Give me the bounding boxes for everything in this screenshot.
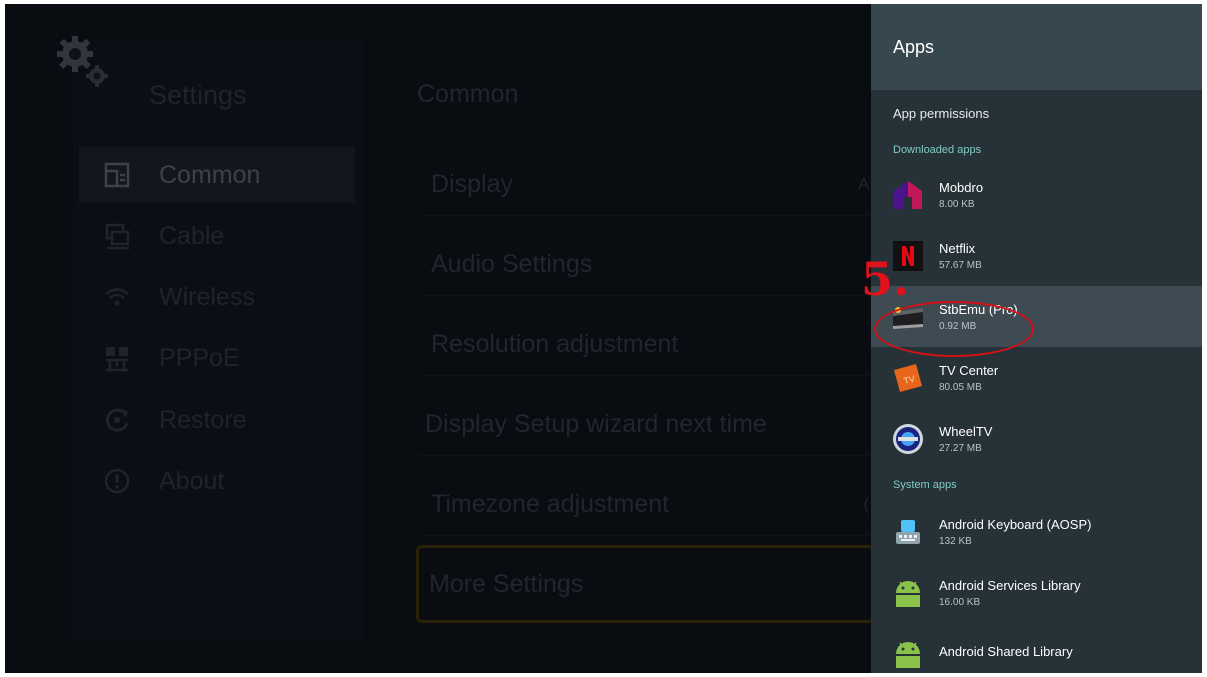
android-icon — [891, 637, 925, 671]
drawer-header: Apps — [871, 4, 1202, 90]
app-name: Mobdro — [939, 179, 984, 195]
wheeltv-icon — [891, 422, 925, 456]
option-label: Timezone adjustment — [431, 490, 670, 518]
app-permissions-item[interactable]: App permissions — [871, 90, 1202, 136]
settings-gear-icon — [53, 34, 111, 92]
app-name: TV Center — [939, 362, 999, 378]
option-timezone-adjustment[interactable]: Timezone adjustment ( — [423, 474, 871, 536]
nav-item-about[interactable]: About — [79, 453, 355, 509]
nav-label-restore: Restore — [159, 405, 247, 434]
android-icon — [891, 576, 925, 610]
app-size: 8.00 KB — [939, 198, 975, 210]
app-name: Android Keyboard (AOSP) — [939, 516, 1092, 532]
cable-icon — [101, 220, 133, 252]
app-size: 57.67 MB — [939, 259, 982, 271]
app-row-android-services-library[interactable]: Android Services Library 16.00 KB — [871, 562, 1202, 623]
mobdro-icon — [891, 178, 925, 212]
option-label: Display — [431, 170, 513, 198]
app-row-android-shared-library[interactable]: Android Shared Library — [871, 623, 1202, 673]
app-name: Netflix — [939, 240, 976, 256]
common-section-title: Common — [417, 80, 519, 108]
nav-item-wireless[interactable]: Wireless — [79, 269, 355, 325]
nav-label-cable: Cable — [159, 221, 225, 250]
app-row-mobdro[interactable]: Mobdro 8.00 KB — [871, 164, 1202, 225]
keyboard-icon — [891, 515, 925, 549]
option-more-settings[interactable]: More Settings — [416, 545, 871, 623]
nav-item-cable[interactable]: Cable — [79, 208, 355, 264]
downloaded-apps-header: Downloaded apps — [893, 144, 982, 156]
option-resolution-adjustment[interactable]: Resolution adjustment — [423, 314, 871, 376]
tv-center-icon: TV — [891, 361, 925, 395]
drawer-title: Apps — [893, 36, 935, 57]
common-icon — [101, 159, 133, 191]
option-setup-wizard[interactable]: Display Setup wizard next time — [417, 394, 871, 456]
nav-item-pppoe[interactable]: PPPoE — [79, 330, 355, 386]
option-label: Audio Settings — [431, 250, 593, 278]
nav-label-about: About — [159, 466, 225, 495]
app-row-netflix[interactable]: Netflix 57.67 MB — [871, 225, 1202, 286]
nav-item-restore[interactable]: Restore — [79, 392, 355, 448]
nav-label-common: Common — [159, 160, 261, 189]
option-display[interactable]: Display A — [423, 154, 871, 216]
network-icon — [101, 342, 133, 374]
app-name: Android Services Library — [939, 577, 1081, 593]
nav-item-common[interactable]: Common — [79, 147, 355, 203]
app-row-wheeltv[interactable]: WheelTV 27.27 MB — [871, 408, 1202, 469]
tv-screen: Settings Common Cable Wireless PPPoE Res… — [5, 4, 1202, 673]
option-label: More Settings — [429, 569, 584, 598]
app-size: 80.05 MB — [939, 381, 982, 393]
option-value: ( — [863, 495, 869, 513]
option-label: Resolution adjustment — [431, 330, 679, 358]
nav-label-pppoe: PPPoE — [159, 343, 240, 372]
app-size: 132 KB — [939, 535, 972, 547]
option-value: A — [858, 175, 869, 193]
app-size: 16.00 KB — [939, 596, 981, 608]
restore-icon — [101, 404, 133, 436]
app-row-android-keyboard[interactable]: Android Keyboard (AOSP) 132 KB — [871, 501, 1202, 562]
app-size: 27.27 MB — [939, 442, 982, 454]
nav-label-wireless: Wireless — [159, 282, 255, 311]
app-name: WheelTV — [939, 423, 993, 439]
wifi-icon — [101, 281, 133, 313]
option-label: Display Setup wizard next time — [425, 410, 767, 438]
option-audio-settings[interactable]: Audio Settings — [423, 234, 871, 296]
system-apps-header: System apps — [893, 479, 957, 491]
settings-title: Settings — [149, 80, 247, 110]
app-row-tv-center[interactable]: TV TV Center 80.05 MB — [871, 347, 1202, 408]
info-icon — [101, 465, 133, 497]
annotation-highlight-ellipse — [874, 301, 1034, 357]
app-name: Android Shared Library — [939, 644, 1073, 659]
annotation-step-number: 5. — [861, 252, 910, 306]
